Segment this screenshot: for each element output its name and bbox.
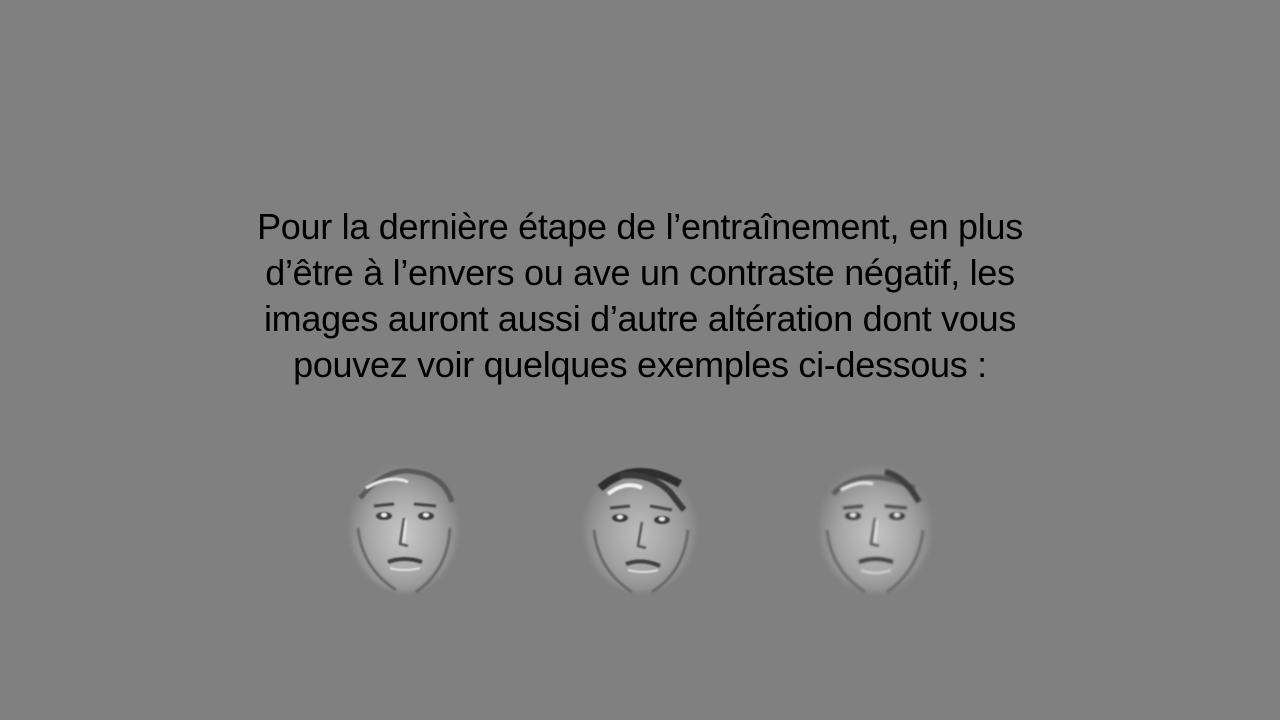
instructions-line-1: Pour la dernière étape de l’entraînement…	[257, 206, 1023, 247]
example-faces-row	[0, 458, 1280, 598]
instructions-line-4: pouvez voir quelques exemples ci-dessous…	[293, 344, 987, 385]
altered-face-image-3	[815, 458, 935, 598]
instructions-text: Pour la dernière étape de l’entraînement…	[190, 204, 1090, 388]
altered-face-image-2	[580, 458, 700, 598]
altered-face-image-1	[346, 458, 466, 598]
instructions-line-3: images auront aussi d’autre altération d…	[263, 298, 1017, 339]
instructions-line-2: d’être à l’envers ou ave un contraste né…	[265, 252, 1015, 293]
